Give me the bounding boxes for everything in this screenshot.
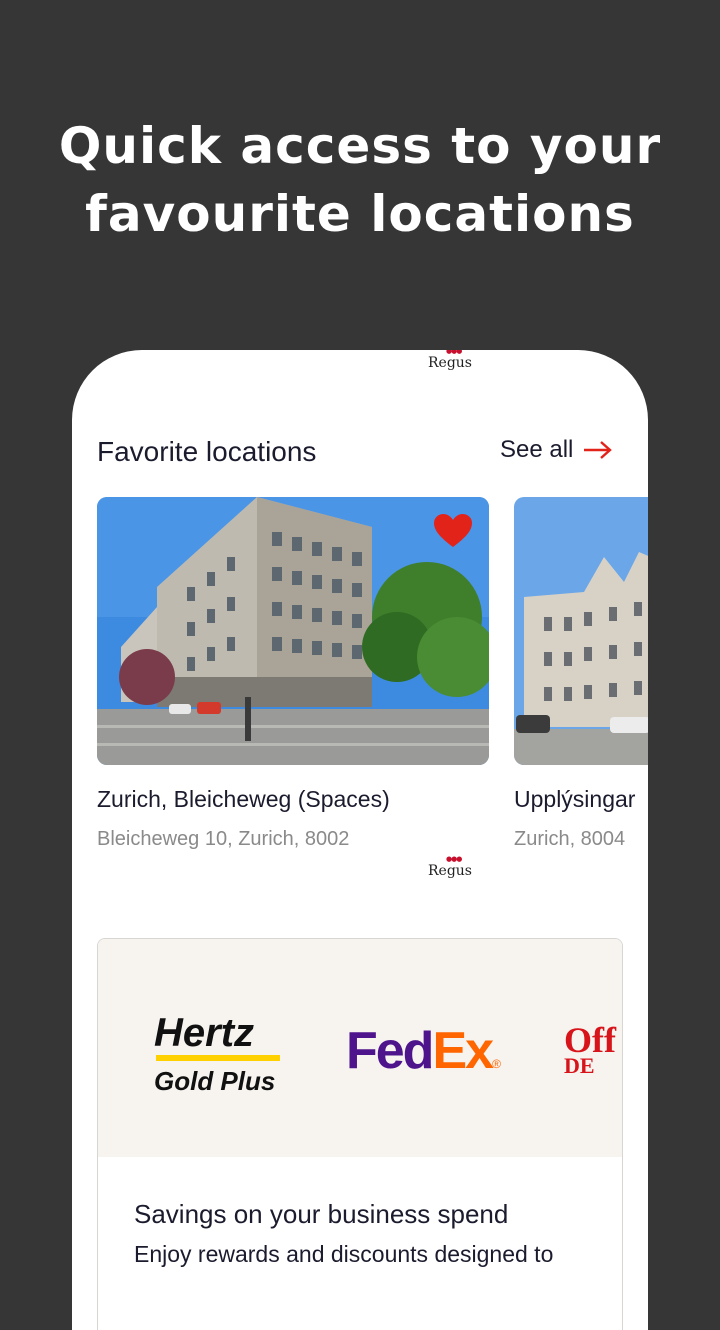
phone-screen: ●●● Regus Favorite locations See all Zur… — [72, 350, 648, 1330]
see-all-label: See all — [500, 436, 574, 463]
headline-line-1: Quick access to your — [58, 117, 662, 175]
arrow-right-icon — [584, 441, 613, 459]
promo-headline: Quick access to your favourite locations — [0, 112, 720, 248]
location-name-1[interactable]: Zurich, Bleicheweg (Spaces) — [97, 786, 390, 813]
headline-line-2: favourite locations — [85, 185, 635, 243]
building-photo — [97, 497, 489, 765]
location-address-2: Zurich, 8004 — [514, 828, 626, 850]
favorite-heart-icon[interactable] — [433, 513, 473, 549]
fedex-logo: FedEx® — [346, 1022, 501, 1080]
location-address-1: Bleicheweg 10, Zurich, 8002 — [97, 828, 350, 850]
promo-description: Enjoy rewards and discounts designed to — [134, 1241, 554, 1267]
location-name-2[interactable]: Upplýsingar — [514, 786, 635, 813]
partner-savings-card[interactable]: Hertz Gold Plus FedEx® Off DE Savings on… — [97, 938, 623, 1330]
partner-logos-banner: Hertz Gold Plus FedEx® Off DE — [98, 939, 622, 1157]
location-card-image-2[interactable] — [514, 497, 648, 765]
office-depot-logo: Off DE — [564, 1020, 616, 1078]
hertz-logo: Hertz Gold Plus — [154, 1013, 284, 1095]
promo-title: Savings on your business spend — [134, 1199, 509, 1229]
regus-logo: ●●● Regus — [428, 855, 472, 879]
regus-logo: ●●● Regus — [428, 350, 472, 371]
location-card-image-1[interactable] — [97, 497, 489, 765]
building-photo — [514, 497, 648, 765]
favorite-locations-title: Favorite locations — [97, 436, 317, 467]
see-all-button[interactable]: See all — [500, 436, 613, 464]
